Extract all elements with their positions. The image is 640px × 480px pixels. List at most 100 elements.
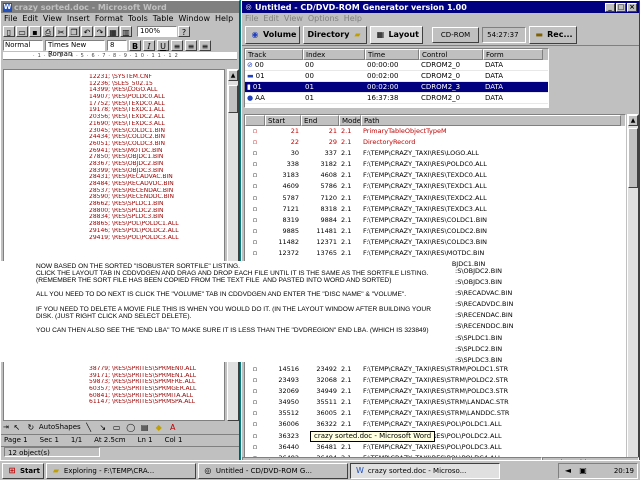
- redo-icon[interactable]: ↷: [94, 25, 106, 37]
- file-path-fragment[interactable]: :S\OBJDC3.BIN: [455, 277, 514, 288]
- word-menu-item[interactable]: Edit: [22, 14, 38, 23]
- list-scroll-thumb[interactable]: [628, 128, 638, 188]
- cd-menu-item[interactable]: Options: [308, 14, 339, 23]
- start-button[interactable]: ⊞ Start: [2, 462, 44, 479]
- tab-volume[interactable]: ◉ Volume: [245, 25, 301, 44]
- track-header-track[interactable]: Track: [245, 49, 303, 60]
- track-row[interactable]: ⊘ 00 00 00:00:00 CDROM2_0 DATA: [245, 60, 548, 71]
- copy-icon[interactable]: ❐: [68, 25, 80, 37]
- file-row[interactable]: ▫ 8319 9884 2.1 F:\TEMP\CRAZY_TAXI\RES\COLDC…: [245, 215, 625, 226]
- file-header[interactable]: [245, 115, 265, 126]
- file-row[interactable]: ▫ 5787 7120 2.1 F:\TEMP\CRAZY_TAXI\RES\TEXDC…: [245, 193, 625, 204]
- track-row[interactable]: ● AA 01 16:37:38 CDROM2_0 DATA: [245, 93, 548, 104]
- maximize-icon[interactable]: □: [616, 2, 626, 12]
- print-icon[interactable]: ⎙: [42, 25, 54, 37]
- word-menu-item[interactable]: Insert: [67, 14, 90, 23]
- free-rotate-icon[interactable]: ↻: [25, 422, 37, 433]
- media-type-button[interactable]: CD-ROM: [431, 26, 480, 43]
- cd-menu-item[interactable]: Help: [344, 14, 362, 23]
- select-objects-icon[interactable]: ↖: [11, 422, 23, 433]
- table-icon[interactable]: ▦: [107, 25, 119, 37]
- style-select[interactable]: Normal: [3, 39, 43, 51]
- draw-label[interactable]: ⇥: [3, 423, 9, 431]
- file-path-fragment[interactable]: :S\RECADVDC.BIN: [455, 299, 514, 310]
- taskbar-item-explorer[interactable]: ▰ Exploring - F:\TEMP\CRA...: [45, 462, 196, 479]
- file-row[interactable]: ▫ 12372 13765 2.1 F:\TEMP\CRAZY_TAXI\RES\MOT…: [245, 248, 625, 259]
- file-row[interactable]: ▫ 35512 36005 2.1 F:\TEMP\CRAZY_TAXI\RES\STR…: [245, 408, 625, 419]
- fill-color-icon[interactable]: ◆: [153, 422, 165, 433]
- save-icon[interactable]: ▪: [29, 25, 41, 37]
- file-row[interactable]: ▫ 7121 8318 2.1 F:\TEMP\CRAZY_TAXI\RES\TEXDC…: [245, 204, 625, 215]
- align-right-icon[interactable]: ≡: [199, 39, 211, 51]
- word-menu-item[interactable]: File: [4, 14, 17, 23]
- oval-icon[interactable]: ◯: [125, 422, 137, 433]
- word-vertical-scrollbar[interactable]: ▲: [227, 69, 239, 421]
- word-menu-item[interactable]: Format: [95, 14, 123, 23]
- file-row[interactable]: ▫ 14516 23492 2.1 F:\TEMP\CRAZY_TAXI\RES\STR…: [245, 364, 625, 375]
- cut-icon[interactable]: ✂: [55, 25, 67, 37]
- ruler[interactable]: ·1·2·3·4·5·6·7·8·9·10·11·12: [3, 52, 237, 60]
- rectangle-icon[interactable]: ▭: [111, 422, 123, 433]
- file-header[interactable]: Mode: [339, 115, 361, 126]
- word-menu-item[interactable]: Help: [215, 14, 233, 23]
- file-row[interactable]: ▫ 23493 32068 2.1 F:\TEMP\CRAZY_TAXI\RES\STR…: [245, 375, 625, 386]
- track-header-index[interactable]: Index: [303, 49, 365, 60]
- word-menu-item[interactable]: Tools: [128, 14, 148, 23]
- file-list-scrollbar[interactable]: ▲: [627, 114, 639, 459]
- align-center-icon[interactable]: ≡: [185, 39, 197, 51]
- cd-titlebar[interactable]: ◎ Untitled - CD/DVD-ROM Generator versio…: [242, 1, 639, 13]
- help-icon[interactable]: ?: [178, 25, 190, 37]
- file-row[interactable]: ▫ 22 29 2.1 DirectoryRecord: [245, 137, 625, 148]
- textbox-icon[interactable]: ▤: [139, 422, 151, 433]
- track-header-form[interactable]: Form: [483, 49, 543, 60]
- file-row[interactable]: ▫ 36440 36481 2.1 F:\TEMP\CRAZY_TAXI\RES\POL…: [245, 442, 625, 453]
- track-list[interactable]: Track Index Time Control Form ⊘ 00 00 00:00:00 C…: [244, 48, 549, 108]
- track-header-time[interactable]: Time: [365, 49, 419, 60]
- file-row[interactable]: ▫ 11482 12371 2.1 F:\TEMP\CRAZY_TAXI\RES\COL…: [245, 237, 625, 248]
- scroll-thumb[interactable]: [228, 85, 238, 113]
- minimize-icon[interactable]: _: [605, 2, 615, 12]
- file-header[interactable]: End: [301, 115, 339, 126]
- bold-icon[interactable]: B: [129, 39, 141, 51]
- new-icon[interactable]: ▯: [3, 25, 15, 37]
- cd-menu-item[interactable]: File: [245, 14, 258, 23]
- track-row[interactable]: ▬ 01 00 00:02:00 CDROM2_0 DATA: [245, 71, 548, 82]
- record-button[interactable]: ▬ Rec...: [529, 25, 577, 44]
- file-path-fragment[interactable]: :S\SPLDC1.BIN: [455, 333, 514, 344]
- underline-icon[interactable]: U: [157, 39, 169, 51]
- network-icon[interactable]: ▣: [577, 465, 589, 476]
- italic-icon[interactable]: I: [143, 39, 155, 51]
- tab-directory[interactable]: Directory ▰: [303, 25, 368, 44]
- word-menu-item[interactable]: Table: [153, 14, 174, 23]
- taskbar-item-word[interactable]: Wcrazy sorted.doc - Microso...: [349, 462, 500, 479]
- font-select[interactable]: Times New Roman: [45, 39, 105, 58]
- list-scroll-up-icon[interactable]: ▲: [628, 115, 638, 126]
- taskbar-item-cddvd[interactable]: ◎ Untitled - CD/DVD-ROM G...: [197, 462, 348, 479]
- file-row[interactable]: ▫ 36006 36322 2.1 F:\TEMP\CRAZY_TAXI\RES\POL…: [245, 419, 625, 430]
- zoom-select[interactable]: 100%: [137, 25, 177, 37]
- word-menu-item[interactable]: View: [43, 14, 62, 23]
- columns-icon[interactable]: ▥: [120, 25, 132, 37]
- word-menu-item[interactable]: Window: [178, 14, 210, 23]
- volume-icon[interactable]: ◄: [562, 465, 574, 476]
- open-icon[interactable]: ▭: [16, 25, 28, 37]
- file-path-fragment[interactable]: :S\OBJDC2.BIN: [455, 266, 514, 277]
- undo-icon[interactable]: ↶: [81, 25, 93, 37]
- track-row[interactable]: ▮ 01 01 00:02:00 CDROM2_3 DATA: [245, 82, 548, 93]
- font-color-icon[interactable]: A: [167, 422, 179, 433]
- file-path-fragment[interactable]: :S\RECENDAC.BIN: [455, 310, 514, 321]
- file-path-fragment[interactable]: :S\SPLDC2.BIN: [455, 344, 514, 355]
- track-header-control[interactable]: Control: [419, 49, 483, 60]
- document-page[interactable]: 12231; \SYSTEM.CNF 12236; \SLES_502.15 143…: [3, 69, 225, 421]
- file-row[interactable]: ▫ 34950 35511 2.1 F:\TEMP\CRAZY_TAXI\RES\STR…: [245, 397, 625, 408]
- align-left-icon[interactable]: ≡: [171, 39, 183, 51]
- file-row[interactable]: ▫ 30 337 2.1 F:\TEMP\CRAZY_TAXI\RES\LOGO.ALL: [245, 148, 625, 159]
- file-path-fragment[interactable]: :S\RECADVAC.BIN: [455, 288, 514, 299]
- line-icon[interactable]: ╲: [83, 422, 95, 433]
- file-row[interactable]: ▫ 21 21 2.1 PrimaryTableObjectTypeM: [245, 126, 625, 137]
- close-icon[interactable]: ×: [627, 2, 637, 12]
- autoshapes-menu[interactable]: AutoShapes: [39, 423, 81, 431]
- file-header[interactable]: Start: [265, 115, 301, 126]
- file-row[interactable]: ▫ 3183 4608 2.1 F:\TEMP\CRAZY_TAXI\RES\TEXDC…: [245, 170, 625, 181]
- file-path-fragment[interactable]: :S\RECENDDC.BIN: [455, 321, 514, 332]
